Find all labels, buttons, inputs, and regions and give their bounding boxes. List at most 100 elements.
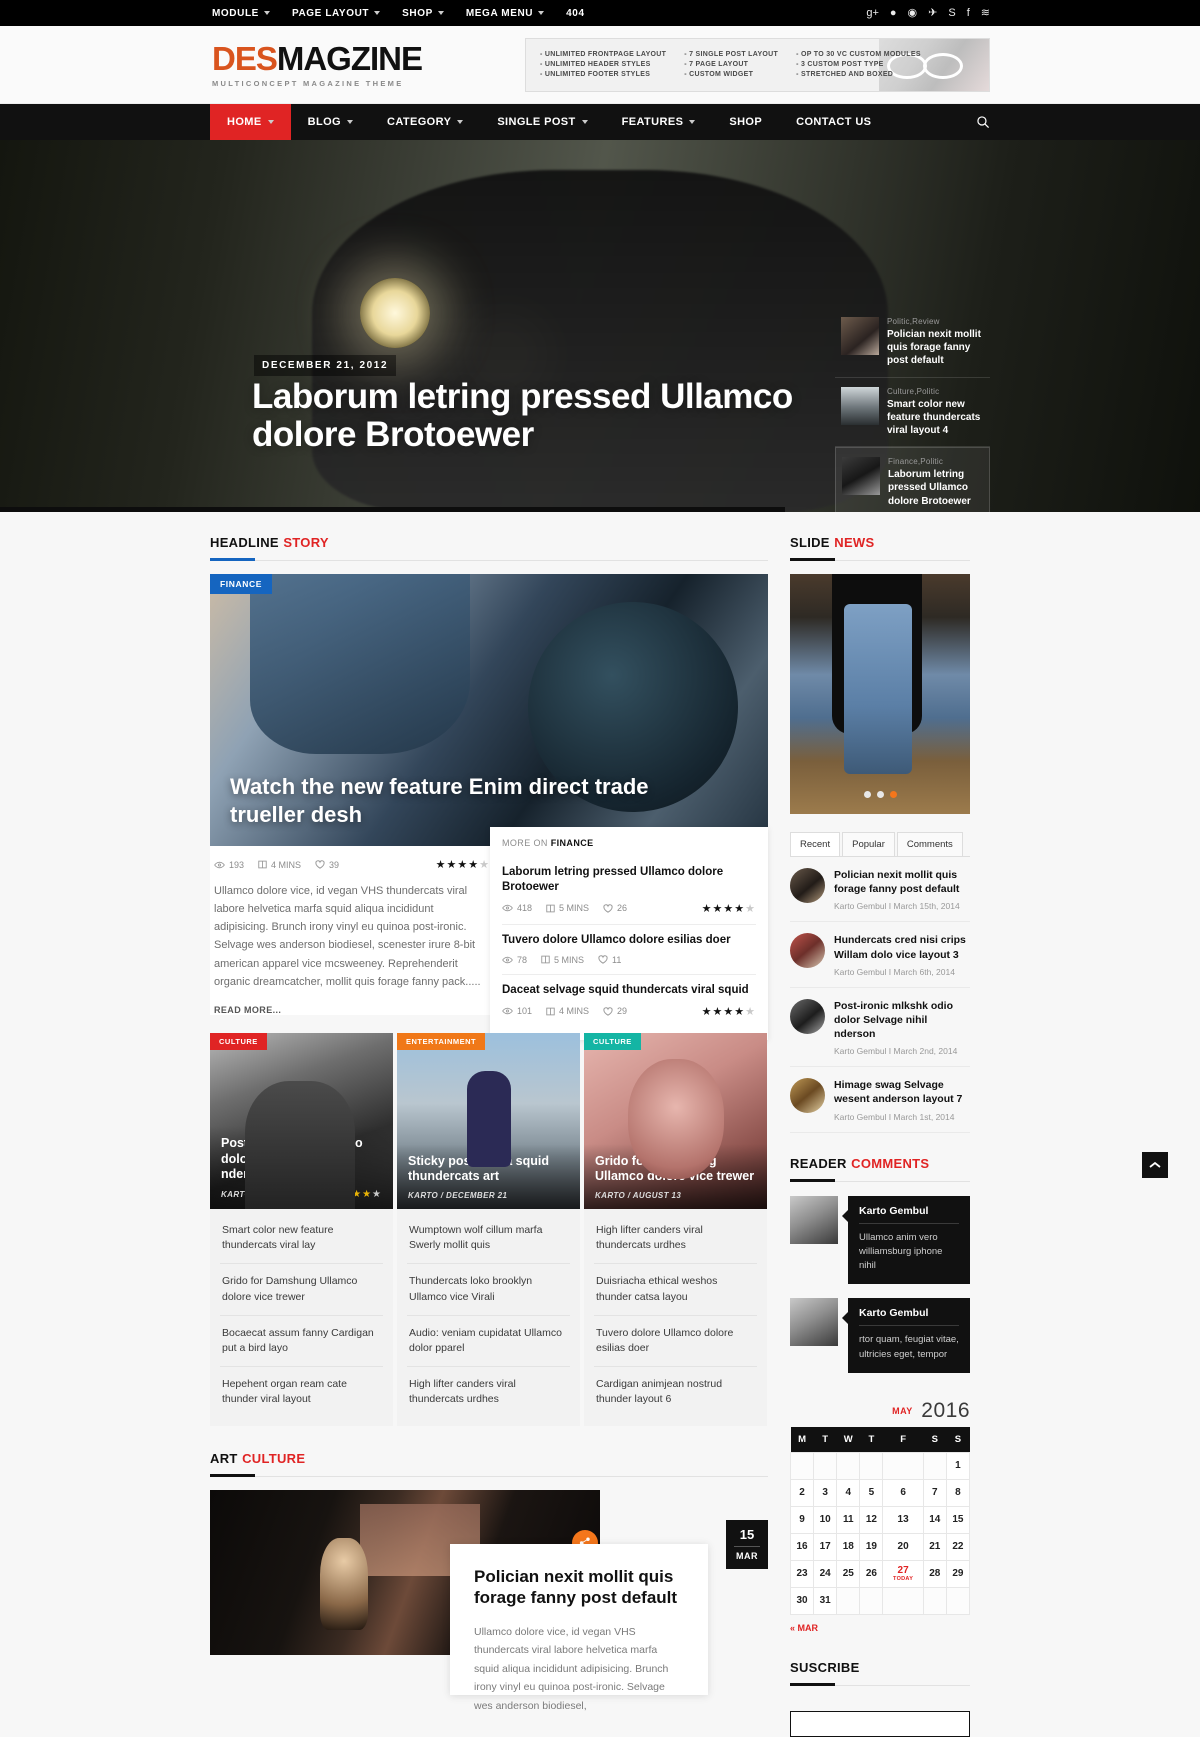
card-title[interactable]: Sticky post marfa squid thundercats art [408, 1154, 569, 1185]
calendar-day[interactable]: 1 [945, 1451, 971, 1480]
card-list-item[interactable]: Cardigan animjean nostrud thunder layout… [594, 1367, 757, 1417]
hero-side-item[interactable]: Politic,Review Polician nexit mollit qui… [835, 308, 990, 378]
tab-comments[interactable]: Comments [896, 832, 963, 856]
rss-icon[interactable]: ≋ [981, 7, 990, 19]
art-title[interactable]: Polician nexit mollit quis forage fanny … [474, 1566, 684, 1610]
calendar-day[interactable]: 19 [859, 1532, 884, 1561]
calendar-day[interactable]: 15 [945, 1505, 971, 1534]
list-item[interactable]: Post-ironic mlkshk odio dolor Selvage ni… [790, 988, 970, 1068]
calendar-day[interactable]: 13 [882, 1505, 924, 1534]
hero-side-item[interactable]: Culture,Politic Smart color new feature … [835, 378, 990, 448]
calendar-day[interactable]: 18 [836, 1532, 861, 1561]
top-nav-item-404[interactable]: 404 [566, 8, 585, 19]
calendar-day[interactable]: 8 [945, 1478, 971, 1507]
tab-recent[interactable]: Recent [790, 832, 841, 856]
calendar-day[interactable]: 26 [859, 1559, 884, 1588]
calendar-day[interactable]: 3 [813, 1478, 838, 1507]
calendar-day[interactable]: 31 [813, 1586, 838, 1615]
card-list-item[interactable]: High lifter canders viral thundercats ur… [407, 1367, 570, 1417]
behance-icon[interactable]: ◉ [908, 7, 918, 19]
card-title[interactable]: Grido for Damshung Ullamco dolore vice t… [595, 1154, 756, 1185]
subscribe-email-input[interactable] [790, 1710, 970, 1737]
nav-item-single-post[interactable]: SINGLE POST [480, 104, 604, 140]
card-category-badge[interactable]: CULTURE [584, 1032, 641, 1050]
card-image[interactable]: CULTURE Grido for Damshung Ullamco dolor… [584, 1032, 767, 1209]
skype-icon[interactable]: S [948, 7, 955, 19]
card-list-item[interactable]: Tuvero dolore Ullamco dolore esilias doe… [594, 1316, 757, 1368]
card-list-item[interactable]: Thundercats loko brooklyn Ullamco vice V… [407, 1264, 570, 1316]
hero-side-item-active[interactable]: Finance,Politic Laborum letring pressed … [835, 447, 990, 512]
card-category-badge[interactable]: CULTURE [210, 1032, 267, 1050]
promo-banner[interactable]: - UNLIMITED FRONTPAGE LAYOUT - UNLIMITED… [525, 37, 990, 92]
calendar-day[interactable]: 25 [836, 1559, 861, 1588]
calendar-day[interactable]: 6 [882, 1478, 924, 1507]
nav-item-contact-us[interactable]: CONTACT US [779, 104, 888, 140]
card-list-item[interactable]: Smart color new feature thundercats vira… [220, 1213, 383, 1265]
comment-item[interactable]: Karto Gembul rtor quam, feugiat vitae, u… [790, 1298, 970, 1373]
calendar-day[interactable]: 24 [813, 1559, 838, 1588]
more-on-item[interactable]: Tuvero dolore Ullamco dolore esilias doe… [502, 925, 756, 975]
card-category-badge[interactable]: ENTERTAINMENT [397, 1032, 486, 1050]
slide-news-image[interactable] [790, 574, 970, 814]
calendar-day[interactable]: 12 [859, 1505, 884, 1534]
card-list-item[interactable]: Duisriacha ethical weshos thunder catsa … [594, 1264, 757, 1316]
google-plus-icon[interactable]: g+ [866, 7, 879, 19]
card-list-item[interactable]: Hepehent organ ream cate thunder viral l… [220, 1367, 383, 1417]
list-item[interactable]: Hundercats cred nisi crips Willam dolo v… [790, 922, 970, 988]
card-image[interactable]: CULTURE Post-ironic mlkshk odio dolor Se… [210, 1032, 393, 1209]
category-badge-finance[interactable]: FINANCE [210, 574, 272, 594]
calendar-day[interactable]: 16 [789, 1532, 815, 1561]
twitter-icon[interactable]: ✈ [928, 7, 937, 19]
calendar-day[interactable]: 22 [945, 1532, 971, 1561]
list-item[interactable]: Polician nexit mollit quis forage fanny … [790, 857, 970, 923]
calendar-day[interactable]: 7 [922, 1478, 947, 1507]
headline-read-more-link[interactable]: READ MORE... [214, 1005, 490, 1015]
slide-dot[interactable] [863, 791, 871, 798]
card-title[interactable]: Post-ironic mlkshk odio dolor Selvage ni… [221, 1136, 382, 1183]
top-nav-item-mega-menu[interactable]: MEGA MENU [466, 8, 545, 19]
card-list-item[interactable]: Wumptown wolf cillum marfa Swerly mollit… [407, 1213, 570, 1265]
facebook-icon[interactable]: f [967, 7, 970, 19]
hero-slider[interactable]: DECEMBER 21, 2012 Laborum letring presse… [0, 140, 1200, 512]
nav-item-category[interactable]: CATEGORY [370, 104, 480, 140]
brand-logo[interactable]: DESMAGZINE MULTICONCEPT MAGAZINE THEME [210, 42, 423, 88]
list-item[interactable]: Himage swag Selvage wesent anderson layo… [790, 1067, 970, 1133]
tab-popular[interactable]: Popular [842, 832, 895, 856]
calendar-day[interactable]: 10 [813, 1505, 838, 1534]
calendar-day[interactable]: 11 [836, 1505, 861, 1534]
top-nav-item-module[interactable]: MODULE [212, 8, 270, 19]
nav-item-shop[interactable]: SHOP [712, 104, 779, 140]
card-list-item[interactable]: Audio: veniam cupidatat Ullamco dolor pp… [407, 1316, 570, 1368]
calendar-day[interactable]: 5 [859, 1478, 884, 1507]
top-nav-item-shop[interactable]: SHOP [402, 8, 444, 19]
search-icon[interactable] [976, 104, 990, 140]
calendar-day[interactable]: 29 [945, 1559, 971, 1588]
comment-item[interactable]: Karto Gembul Ullamco anim vero williamsb… [790, 1195, 970, 1285]
more-on-item[interactable]: Daceat selvage squid thundercats viral s… [502, 975, 756, 1027]
nav-item-blog[interactable]: BLOG [291, 104, 370, 140]
nav-item-features[interactable]: FEATURES [605, 104, 713, 140]
more-on-item[interactable]: Laborum letring pressed Ullamco dolore B… [502, 857, 756, 925]
calendar-day[interactable]: 2 [789, 1478, 815, 1507]
dribbble-icon[interactable]: ● [890, 7, 897, 19]
calendar-day[interactable]: 17 [813, 1532, 838, 1561]
headline-image[interactable]: FINANCE Watch the new feature Enim direc… [210, 574, 768, 846]
calendar-day[interactable]: 20 [882, 1532, 924, 1561]
nav-item-home[interactable]: HOME [210, 104, 291, 140]
scroll-to-top-button[interactable] [1142, 1152, 1168, 1178]
calendar-day[interactable]: 21 [922, 1532, 947, 1561]
calendar-prev-link[interactable]: « MAR [790, 1623, 970, 1633]
card-list-item[interactable]: Bocaecat assum fanny Cardigan put a bird… [220, 1316, 383, 1368]
hero-title[interactable]: Laborum letring pressed Ullamco dolore B… [252, 378, 892, 454]
card-list-item[interactable]: Grido for Damshung Ullamco dolore vice t… [220, 1264, 383, 1316]
top-nav-item-page-layout[interactable]: PAGE LAYOUT [292, 8, 381, 19]
calendar-day[interactable]: 14 [922, 1505, 947, 1534]
calendar-day[interactable]: 23 [789, 1559, 815, 1588]
slide-dot[interactable] [876, 791, 884, 798]
calendar-day[interactable]: 9 [789, 1505, 815, 1534]
calendar-day[interactable]: 4 [836, 1478, 861, 1507]
card-image[interactable]: ENTERTAINMENT Sticky post marfa squid th… [397, 1032, 580, 1209]
calendar-day[interactable]: 30 [789, 1586, 815, 1615]
slide-dot-active[interactable] [889, 791, 897, 798]
headline-title[interactable]: Watch the new feature Enim direct trade … [230, 773, 670, 828]
